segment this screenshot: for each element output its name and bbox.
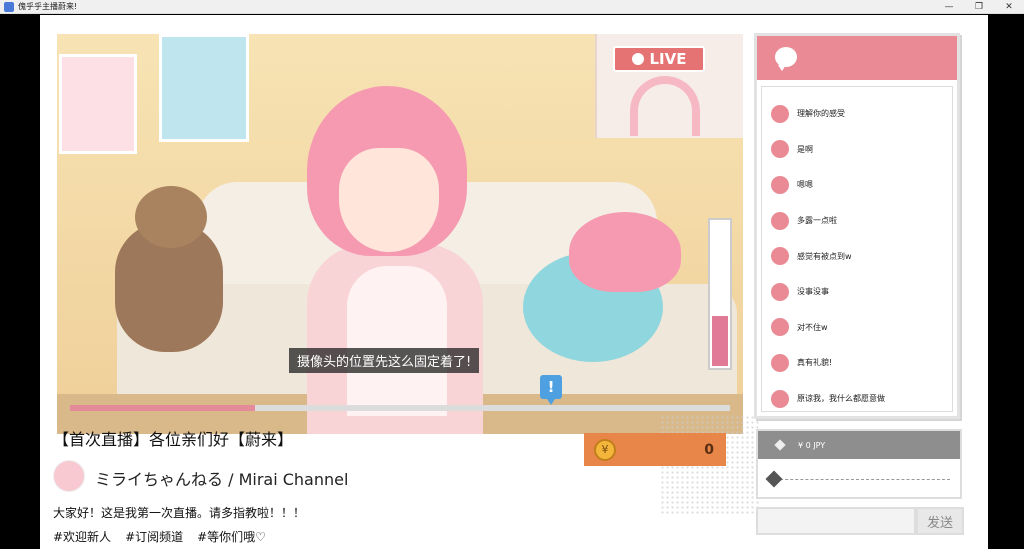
streamer-shirt: [347, 266, 447, 416]
stream-subtitle: 摄像头的位置先这么固定着了!: [289, 348, 480, 373]
chat-message-text: 多露一点啦: [797, 216, 837, 226]
chat-message: 真有礼貌!: [771, 345, 951, 381]
chat-message: 没事没事: [771, 274, 951, 310]
chat-message-text: 感觉有被点到w: [797, 251, 852, 261]
diamond-icon: [774, 439, 786, 451]
stream-tags: #欢迎新人 #订阅频道 #等你们哦♡: [53, 528, 266, 545]
tip-header: ¥ 0 JPY: [758, 431, 960, 459]
user-avatar-dot: [771, 389, 789, 408]
channel-avatar[interactable]: [53, 460, 85, 492]
close-button[interactable]: ✕: [994, 0, 1024, 14]
tag-item[interactable]: #等你们哦♡: [197, 528, 266, 545]
user-avatar-dot: [771, 353, 789, 372]
chat-message-text: 对不住w: [797, 322, 828, 332]
tag-item[interactable]: #订阅频道: [125, 528, 183, 545]
chat-header: [757, 36, 957, 80]
window-title: 傀乎乎主播蔚来!: [18, 2, 78, 11]
chat-message: 多露一点啦: [771, 203, 951, 239]
window-controls: — ❐ ✕: [934, 0, 1024, 14]
chat-input[interactable]: [756, 507, 916, 535]
user-avatar-dot: [771, 282, 789, 301]
app-icon: [4, 1, 14, 12]
chat-bubble-icon: [775, 47, 797, 71]
chat-message: 对不住w: [771, 310, 951, 346]
user-avatar-dot: [771, 104, 789, 123]
user-avatar-dot: [771, 318, 789, 337]
chat-message: 是啊: [771, 132, 951, 168]
pink-plush: [569, 212, 681, 292]
coin-counter: ¥ 0: [584, 433, 726, 466]
wall-poster-right: [159, 34, 249, 142]
live-sign: LIVE: [613, 46, 705, 72]
window-titlebar: 傀乎乎主播蔚来! — ❐ ✕: [0, 0, 1024, 14]
maximize-button[interactable]: ❐: [964, 0, 994, 14]
chat-message: 感觉有被点到w: [771, 238, 951, 274]
chat-list: 理解你的感受 是啊 嗯嗯 多露一点啦 感觉有被点到w 没事没事 对不住w 真有礼…: [771, 96, 951, 416]
chat-message-text: 原谅我，我什么都愿意做: [797, 394, 885, 404]
user-avatar-dot: [771, 175, 789, 194]
stream-progress-bar: [70, 405, 730, 411]
chat-message: 嗯嗯: [771, 167, 951, 203]
yen-coin-icon: ¥: [594, 438, 616, 461]
user-avatar-dot: [771, 247, 789, 266]
chat-message: 原谅我，我什么都愿意做: [771, 381, 951, 417]
chat-message-text: 是啊: [797, 144, 813, 154]
live-label: LIVE: [649, 50, 687, 68]
chat-message-text: 嗯嗯: [797, 180, 813, 190]
coin-value: 0: [704, 441, 714, 458]
chat-message: 理解你的感受: [771, 96, 951, 132]
chat-message-text: 理解你的感受: [797, 109, 845, 119]
user-avatar-dot: [771, 211, 789, 230]
tip-slider-thumb[interactable]: [765, 470, 783, 488]
excitement-meter: [708, 218, 732, 370]
live-dot-icon: [631, 53, 644, 65]
stream-description: 大家好！这是我第一次直播。请多指教啦！！！: [53, 506, 306, 520]
user-avatar-dot: [771, 140, 789, 159]
stream-view: LIVE 摄像头的位置先这么固定着了! !: [57, 34, 743, 434]
chat-panel: 理解你的感受 是啊 嗯嗯 多露一点啦 感觉有被点到w 没事没事 对不住w 真有礼…: [754, 33, 960, 419]
app-window: LIVE 摄像头的位置先这么固定着了! ! 【首次直播】各位亲们好【蔚来】 ¥ …: [40, 15, 988, 549]
tag-item[interactable]: #欢迎新人: [53, 528, 111, 545]
streamer-face: [339, 148, 439, 252]
tip-amount-label: ¥ 0 JPY: [798, 440, 826, 450]
tip-slider-track[interactable]: [770, 479, 950, 481]
channel-name[interactable]: ミライちゃんねる / Mirai Channel: [95, 466, 348, 490]
tip-panel: ¥ 0 JPY: [756, 429, 962, 499]
stream-title: 【首次直播】各位亲们好【蔚来】: [53, 430, 294, 449]
teddy-bear-head: [135, 186, 207, 248]
chat-message-text: 真有礼貌!: [797, 358, 833, 368]
send-button[interactable]: 发送: [916, 507, 964, 535]
wall-poster-left: [59, 54, 137, 154]
event-marker-icon[interactable]: !: [540, 375, 562, 405]
chat-message-text: 没事没事: [797, 287, 829, 297]
stream-progress-fill: [70, 405, 255, 411]
excitement-meter-fill: [712, 315, 728, 366]
minimize-button[interactable]: —: [934, 0, 964, 14]
